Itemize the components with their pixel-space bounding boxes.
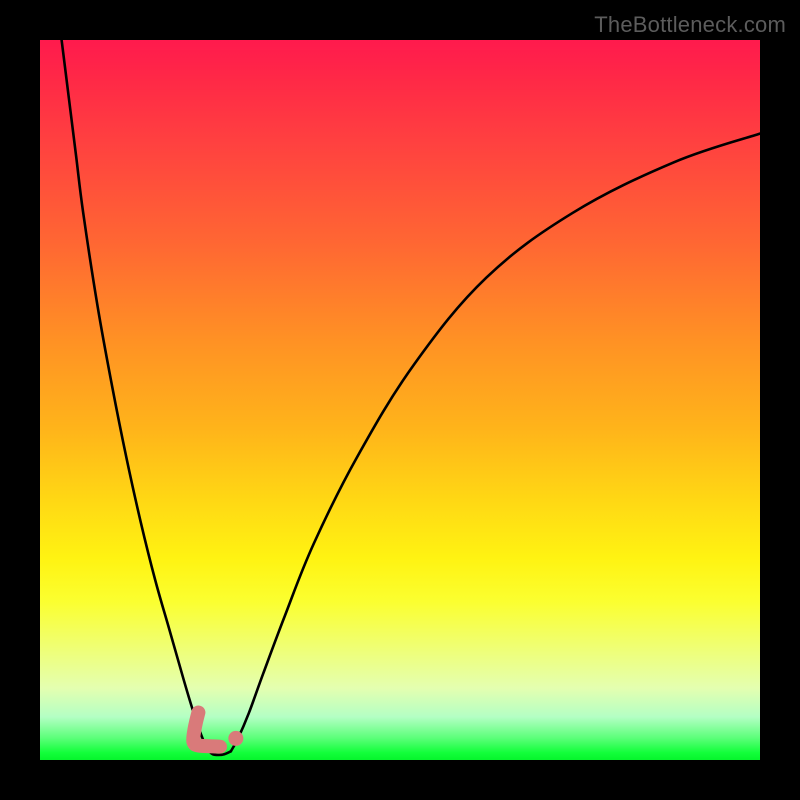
plot-area [40,40,760,760]
watermark-text: TheBottleneck.com [594,12,786,38]
marker-l-stroke [193,712,220,746]
chart-frame: TheBottleneck.com [0,0,800,800]
curve-left [62,40,210,751]
marker-dot [228,731,243,746]
curve-right [231,134,760,752]
chart-svg [40,40,760,760]
